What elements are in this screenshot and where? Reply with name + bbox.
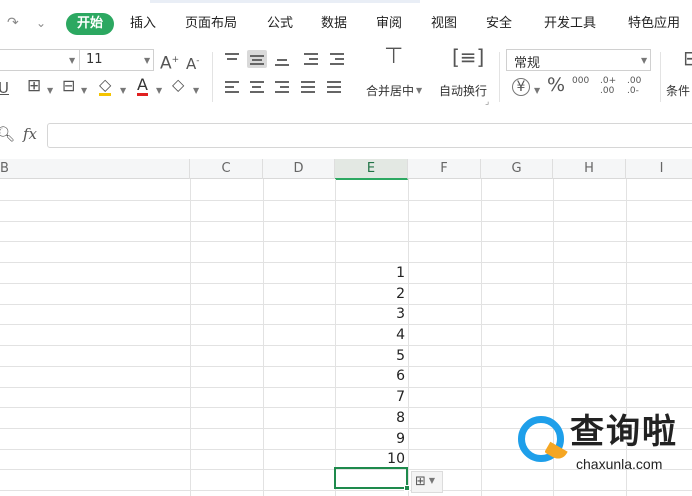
chevron-down-icon: ▼ [144,56,151,65]
autofill-options-button[interactable]: ⊞ ▼ [411,471,443,493]
gridline [0,221,692,222]
tab-data[interactable]: 数据 [321,15,347,33]
menu-bar: ↷ ⌄ 开始 插入 页面布局 公式 数据 审阅 视图 安全 开发工具 特色应用 [0,0,692,46]
cell-e-value[interactable]: 8 [335,408,405,428]
divider [499,52,500,102]
decrease-indent-button[interactable] [301,50,321,68]
tab-developer[interactable]: 开发工具 [544,15,596,33]
selected-cell[interactable] [334,467,408,489]
cell-e-value[interactable]: 9 [335,429,405,449]
cell-e-value[interactable]: 6 [335,366,405,386]
number-format-value: 常规 [514,56,541,71]
gridline [0,241,692,242]
fill-handle[interactable] [404,485,410,491]
dialog-launcher-icon[interactable]: ⌟ [485,94,489,110]
conditional-format-icon[interactable]: ⊟ [683,48,692,68]
font-size-value: 11 [86,52,103,67]
formula-bar: 🔍︎ fx [0,110,692,156]
align-right-button[interactable] [272,78,292,96]
gridline [0,490,692,491]
column-headers: B C D E F G H I [0,159,692,180]
percent-button[interactable]: % [547,76,565,95]
redo-icon[interactable]: ↷ [7,14,19,32]
tab-home[interactable]: 开始 [66,13,114,35]
chevron-down-icon: ▼ [81,86,88,95]
align-bottom-button[interactable] [272,50,292,68]
align-left-button[interactable] [222,78,242,96]
cell-e-value[interactable]: 3 [335,304,405,324]
increase-indent-button[interactable] [327,50,347,68]
column-header-c[interactable]: C [190,159,263,179]
formula-input[interactable] [47,123,692,148]
chevron-down-icon: ▼ [120,86,127,95]
divider [660,52,661,102]
decrease-decimal-button[interactable]: .00 .0- [627,76,647,96]
wrap-text-button[interactable]: 自动换行 [439,82,487,99]
underline-button[interactable]: U [0,80,9,96]
divider [212,52,213,102]
tab-view[interactable]: 视图 [431,15,457,33]
cell-e-value[interactable]: 5 [335,346,405,366]
align-middle-button[interactable] [247,50,267,68]
thousands-separator-button[interactable]: 000 [572,76,590,86]
chevron-down-icon: ▼ [428,476,436,485]
cell-e-value[interactable]: 4 [335,325,405,345]
currency-button[interactable]: ¥ [512,78,530,96]
chevron-down-icon[interactable]: ⌄ [36,14,46,32]
column-header-f[interactable]: F [408,159,481,179]
merge-cells-icon[interactable]: ⊤ [384,46,403,68]
font-color-button[interactable]: A [137,77,148,96]
justify-button[interactable] [298,78,318,96]
fx-button[interactable]: fx [23,126,37,142]
cell-e-value[interactable]: 1 [335,263,405,283]
align-top-button[interactable] [222,50,242,68]
number-format-select[interactable]: 常规 ▼ [506,49,651,71]
wrap-text-icon[interactable]: [≡] [452,47,484,67]
autofill-icon: ⊞ [415,474,426,489]
cell-e-value[interactable]: 2 [335,284,405,304]
tab-special-apps[interactable]: 特色应用 [628,15,680,33]
conditional-format-button[interactable]: 条件 [666,82,690,99]
font-size-select[interactable]: 11 ▼ [79,49,154,71]
tab-page-layout[interactable]: 页面布局 [185,15,237,33]
align-center-button[interactable] [247,78,267,96]
chevron-down-icon: ▼ [534,86,541,95]
ribbon-toolbar: ▼ 11 ▼ A+ A- U ⊞ ▼ ⊟ ▼ ◇ ▼ A ▼ ◇ ▼ ⊤ 合并居… [0,46,692,110]
chevron-down-icon: ▼ [47,86,54,95]
chevron-down-icon: ▼ [69,56,76,65]
zoom-icon[interactable]: 🔍︎ [0,126,15,142]
tab-review[interactable]: 审阅 [376,15,402,33]
watermark: 查询啦 chaxunla.com [512,406,690,478]
tab-formulas[interactable]: 公式 [267,15,293,33]
fill-color-button[interactable]: ◇ [99,77,112,96]
watermark-title: 查询啦 [570,412,678,452]
cell-e-value[interactable]: 10 [335,449,405,469]
increase-decimal-button[interactable]: .0+ .00 [600,76,620,96]
distributed-align-button[interactable] [324,78,344,96]
chevron-down-icon: ▼ [193,86,200,95]
merge-center-button[interactable]: 合并居中 ▼ [366,82,422,99]
column-header-d[interactable]: D [263,159,335,179]
font-name-select[interactable]: ▼ [0,49,80,71]
title-strip [150,0,420,3]
tab-insert[interactable]: 插入 [130,15,156,33]
increase-font-size-button[interactable]: A+ [160,52,179,72]
decrease-font-size-button[interactable]: A- [186,53,200,72]
column-header-i[interactable]: I [626,159,692,179]
watermark-url: chaxunla.com [576,456,663,472]
cell-style-button[interactable]: ⊟ [62,78,75,94]
column-header-b[interactable]: B [0,159,190,179]
eraser-icon[interactable]: ◇ [172,77,184,93]
gridline [0,200,692,201]
column-header-h[interactable]: H [553,159,626,179]
column-header-g[interactable]: G [481,159,553,179]
chevron-down-icon: ▼ [641,56,648,65]
tab-security[interactable]: 安全 [486,15,512,33]
column-header-e[interactable]: E [335,159,408,180]
borders-button[interactable]: ⊞ [27,78,41,95]
chevron-down-icon: ▼ [156,86,163,95]
cell-e-value[interactable]: 7 [335,387,405,407]
